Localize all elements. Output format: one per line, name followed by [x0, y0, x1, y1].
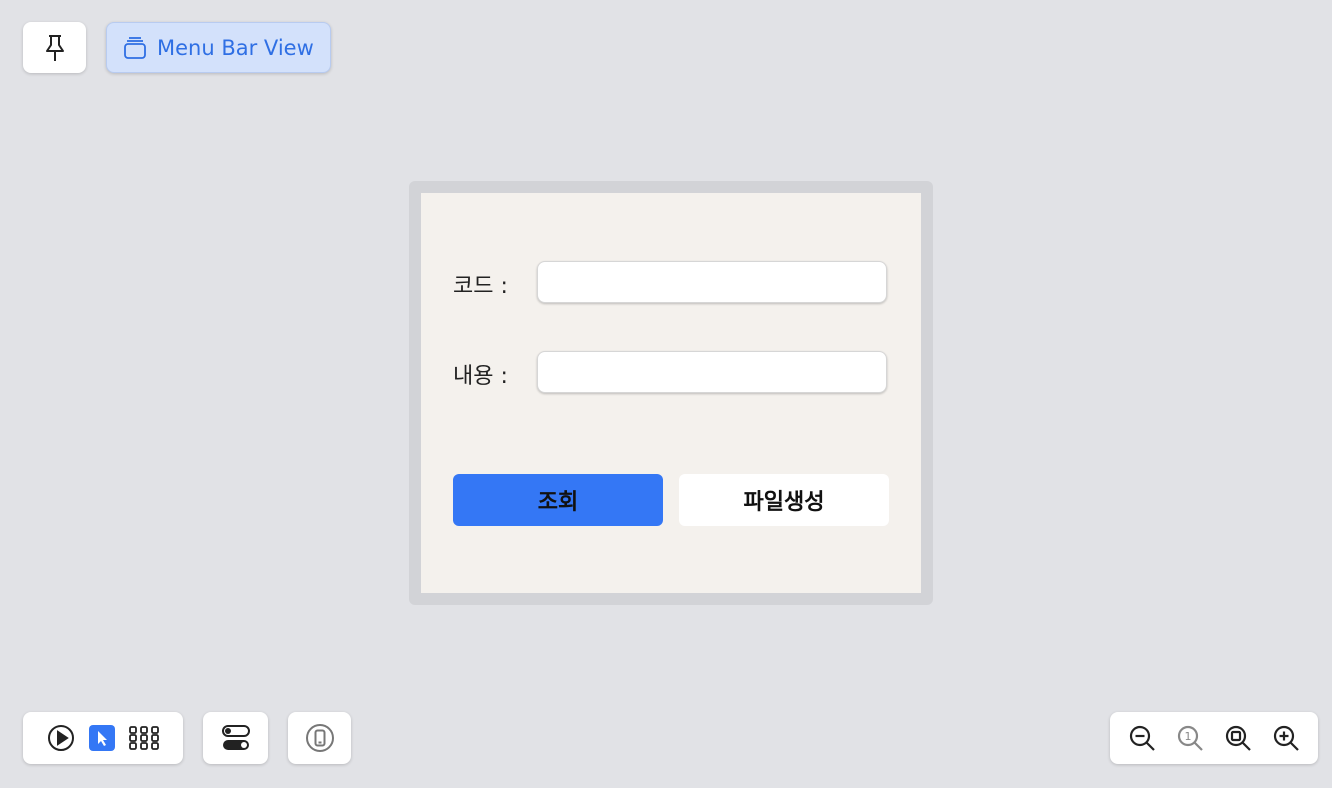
- pin-button[interactable]: [23, 22, 86, 73]
- zoom-in-icon[interactable]: [1272, 724, 1300, 752]
- device-preview-button[interactable]: [288, 712, 351, 764]
- query-button-label: 조회: [537, 490, 579, 515]
- zoom-actual-size-icon[interactable]: 1: [1176, 724, 1204, 752]
- toggles-button[interactable]: [203, 712, 268, 764]
- mode-toolbar: [23, 712, 183, 764]
- zoom-toolbar: 1: [1110, 712, 1318, 764]
- menu-bar-view-label: Menu Bar View: [157, 35, 314, 60]
- toggles-icon: [221, 725, 250, 751]
- create-file-button[interactable]: 파일생성: [679, 474, 889, 526]
- cursor-icon[interactable]: [89, 725, 115, 751]
- code-input[interactable]: [537, 261, 887, 303]
- pin-icon: [42, 33, 68, 63]
- grid-icon[interactable]: [129, 726, 159, 750]
- form-panel: 코드 : 내용 : 조회 파일생성: [421, 193, 921, 593]
- zoom-out-icon[interactable]: [1128, 724, 1156, 752]
- phone-icon: [305, 723, 335, 753]
- play-icon[interactable]: [47, 724, 75, 752]
- windows-stack-icon: [123, 36, 147, 60]
- create-file-button-label: 파일생성: [743, 490, 825, 515]
- zoom-fit-icon[interactable]: [1224, 724, 1252, 752]
- content-input[interactable]: [537, 351, 887, 393]
- menu-bar-view-button[interactable]: Menu Bar View: [106, 22, 331, 73]
- code-label: 코드 :: [453, 274, 508, 299]
- content-label: 내용 :: [453, 364, 508, 389]
- zoom-actual-size-label: 1: [1185, 730, 1192, 743]
- query-button[interactable]: 조회: [453, 474, 663, 526]
